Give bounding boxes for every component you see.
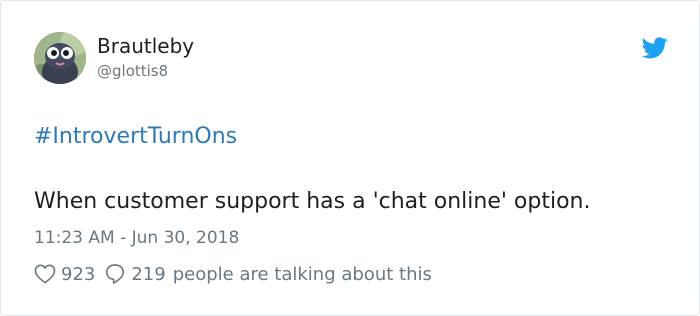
tweet-actions: 923 219 people are talking about this: [34, 261, 432, 287]
avatar-image: [34, 32, 86, 84]
reply-button[interactable]: 219: [105, 263, 166, 285]
like-count: 923: [61, 263, 96, 285]
display-name[interactable]: Brautleby: [97, 34, 194, 58]
tweet-text: When customer support has a 'chat online…: [34, 189, 591, 214]
user-handle[interactable]: @glottis8: [97, 62, 168, 80]
tweet-card: Brautleby @glottis8 #IntrovertTurnOns Wh…: [0, 0, 700, 316]
like-button[interactable]: 923: [34, 264, 105, 285]
avatar[interactable]: [34, 32, 86, 84]
twitter-bird-icon[interactable]: [642, 37, 668, 59]
tweet-timestamp[interactable]: 11:23 AM - Jun 30, 2018: [34, 227, 239, 249]
speech-bubble-icon: [106, 264, 125, 284]
talking-about-link[interactable]: people are talking about this: [173, 264, 432, 285]
hashtag-link[interactable]: #IntrovertTurnOns: [34, 123, 237, 151]
reply-count: 219: [131, 263, 166, 285]
heart-icon: [34, 264, 56, 284]
